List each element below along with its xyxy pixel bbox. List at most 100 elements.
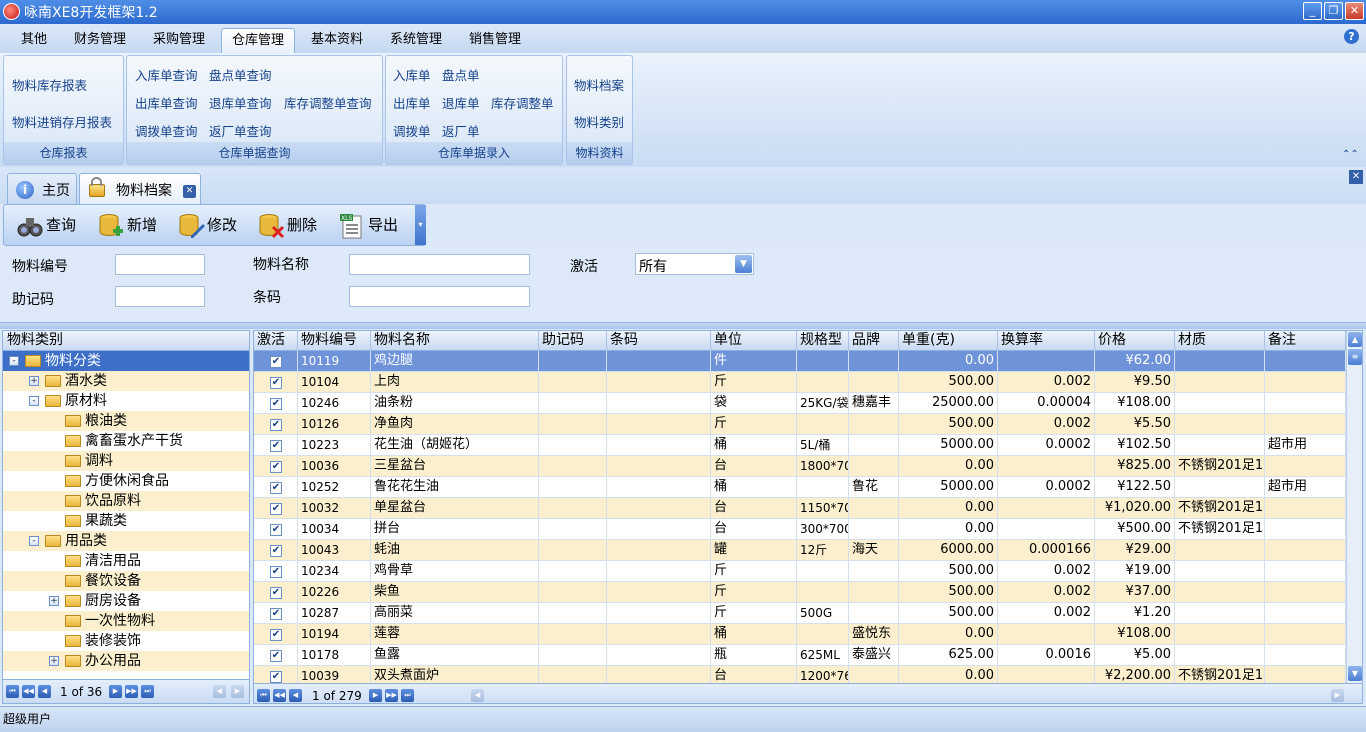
active-cell[interactable]: ✔ <box>254 540 298 561</box>
grid-cell[interactable] <box>1265 456 1346 477</box>
tree-node[interactable]: 禽畜蛋水产干货 <box>3 431 249 451</box>
grid-cell[interactable]: 穗嘉丰 <box>849 393 899 414</box>
grid-cell[interactable] <box>539 351 607 372</box>
column-header[interactable]: 换算率 <box>998 331 1095 351</box>
ribbon-vendor-return-query[interactable]: 返厂单查询 <box>209 121 272 140</box>
table-row[interactable]: ✔ 10287 高丽菜 斤 500G 500.00 0.002 ¥1.20 <box>254 603 1346 624</box>
tree-node[interactable]: - 物料分类 <box>3 351 249 371</box>
active-cell[interactable]: ✔ <box>254 351 298 372</box>
vertical-scrollbar[interactable]: ▲ ≡ ▼ <box>1346 331 1362 683</box>
minimize-button[interactable]: _ <box>1303 2 1322 20</box>
grid-cell[interactable]: 25000.00 <box>899 393 998 414</box>
active-checkbox[interactable]: ✔ <box>270 524 282 536</box>
menu-finance[interactable]: 财务管理 <box>66 28 134 53</box>
active-checkbox[interactable]: ✔ <box>270 503 282 515</box>
tab-home[interactable]: i 主页 <box>7 173 77 204</box>
active-select[interactable]: 所有 ▼ <box>635 253 754 275</box>
column-header[interactable]: 规格型 <box>797 331 849 351</box>
scroll-up-icon[interactable]: ▲ <box>1348 332 1362 347</box>
column-header[interactable]: 物料名称 <box>371 331 539 351</box>
grid-cell[interactable] <box>539 561 607 582</box>
grid-cell[interactable] <box>1265 603 1346 624</box>
last-page-icon[interactable]: ⏭ <box>401 689 414 702</box>
grid-cell[interactable] <box>539 414 607 435</box>
active-checkbox[interactable]: ✔ <box>270 461 282 473</box>
grid-cell[interactable]: 10119 <box>298 351 371 372</box>
grid-cell[interactable]: 10234 <box>298 561 371 582</box>
ribbon-inventory-count[interactable]: 盘点单 <box>442 65 480 84</box>
tab-material-file[interactable]: 物料档案 ✕ <box>79 173 201 204</box>
grid-cell[interactable] <box>607 561 711 582</box>
grid-cell[interactable] <box>1265 351 1346 372</box>
grid-cell[interactable]: 1800*70 <box>797 456 849 477</box>
grid-cell[interactable]: 10252 <box>298 477 371 498</box>
column-header[interactable]: 材质 <box>1175 331 1265 351</box>
grid-cell[interactable]: 袋 <box>711 393 797 414</box>
grid-cell[interactable]: 斤 <box>711 603 797 624</box>
ribbon-vendor-return[interactable]: 返厂单 <box>442 121 480 140</box>
next-group-icon[interactable]: ▶▶ <box>385 689 398 702</box>
grid-cell[interactable] <box>1265 372 1346 393</box>
column-header[interactable]: 备注 <box>1265 331 1346 351</box>
grid-cell[interactable] <box>607 456 711 477</box>
grid-cell[interactable] <box>849 351 899 372</box>
grid-cell[interactable]: 0.00 <box>899 498 998 519</box>
grid-cell[interactable]: 油条粉 <box>371 393 539 414</box>
ribbon-stock-report[interactable]: 物料库存报表 <box>12 75 87 94</box>
grid-cell[interactable] <box>607 582 711 603</box>
menu-sales[interactable]: 销售管理 <box>461 28 529 53</box>
tree-node[interactable]: 粮油类 <box>3 411 249 431</box>
grid-cell[interactable] <box>1265 582 1346 603</box>
grid-cell[interactable] <box>797 624 849 645</box>
grid-cell[interactable]: 10246 <box>298 393 371 414</box>
tree-node[interactable]: - 原材料 <box>3 391 249 411</box>
grid-cell[interactable]: 5000.00 <box>899 477 998 498</box>
active-checkbox[interactable]: ✔ <box>270 419 282 431</box>
grid-cell[interactable] <box>849 456 899 477</box>
code-input[interactable] <box>115 254 205 275</box>
query-button[interactable]: 查询 <box>16 211 76 239</box>
grid-cell[interactable]: 不锈钢201足1 <box>1175 498 1265 519</box>
grid-cell[interactable] <box>1175 561 1265 582</box>
table-row[interactable]: ✔ 10226 柴鱼 斤 500.00 0.002 ¥37.00 <box>254 582 1346 603</box>
delete-button[interactable]: 删除 <box>257 211 317 239</box>
ribbon-inbound[interactable]: 入库单 <box>393 65 431 84</box>
grid-cell[interactable] <box>539 519 607 540</box>
table-row[interactable]: ✔ 10246 油条粉 袋 25KG/袋 穗嘉丰 25000.00 0.00004 ¥108.0… <box>254 393 1346 414</box>
column-header[interactable]: 激活 <box>254 331 298 351</box>
grid-cell[interactable]: 0.002 <box>998 582 1095 603</box>
barcode-input[interactable] <box>349 286 530 307</box>
grid-cell[interactable]: 500.00 <box>899 603 998 624</box>
grid-cell[interactable]: ¥825.00 <box>1095 456 1175 477</box>
ribbon-adjust-query[interactable]: 库存调整单查询 <box>284 93 372 112</box>
table-row[interactable]: ✔ 10178 鱼露 瓶 625ML 泰盛兴 625.00 0.0016 ¥5.00 <box>254 645 1346 666</box>
grid-cell[interactable] <box>607 540 711 561</box>
ribbon-return-query[interactable]: 退库单查询 <box>209 93 272 112</box>
grid-cell[interactable] <box>539 456 607 477</box>
active-cell[interactable]: ✔ <box>254 456 298 477</box>
grid-cell[interactable] <box>1175 351 1265 372</box>
grid-cell[interactable]: ¥108.00 <box>1095 393 1175 414</box>
ribbon-material-file[interactable]: 物料档案 <box>574 75 624 94</box>
grid-cell[interactable] <box>539 435 607 456</box>
tree-node[interactable]: + 办公用品 <box>3 651 249 671</box>
grid-cell[interactable]: ¥29.00 <box>1095 540 1175 561</box>
collapse-icon[interactable]: - <box>9 356 19 366</box>
grid-cell[interactable]: 10178 <box>298 645 371 666</box>
grid-cell[interactable]: 10034 <box>298 519 371 540</box>
grid-cell[interactable]: 柴鱼 <box>371 582 539 603</box>
table-row[interactable]: ✔ 10036 三星盆台 台 1800*70 0.00 ¥825.00 不锈钢201足1 <box>254 456 1346 477</box>
grid-cell[interactable] <box>797 372 849 393</box>
grid-cell[interactable] <box>539 498 607 519</box>
grid-cell[interactable]: 台 <box>711 498 797 519</box>
tree-node[interactable]: 装修装饰 <box>3 631 249 651</box>
next-page-icon[interactable]: ▶ <box>369 689 382 702</box>
grid-cell[interactable] <box>849 603 899 624</box>
active-cell[interactable]: ✔ <box>254 582 298 603</box>
grid-cell[interactable] <box>998 624 1095 645</box>
active-cell[interactable]: ✔ <box>254 477 298 498</box>
grid-cell[interactable]: 10223 <box>298 435 371 456</box>
grid-cell[interactable]: 件 <box>711 351 797 372</box>
grid-cell[interactable]: 0.00 <box>899 624 998 645</box>
grid-cell[interactable]: 鲁花花生油 <box>371 477 539 498</box>
